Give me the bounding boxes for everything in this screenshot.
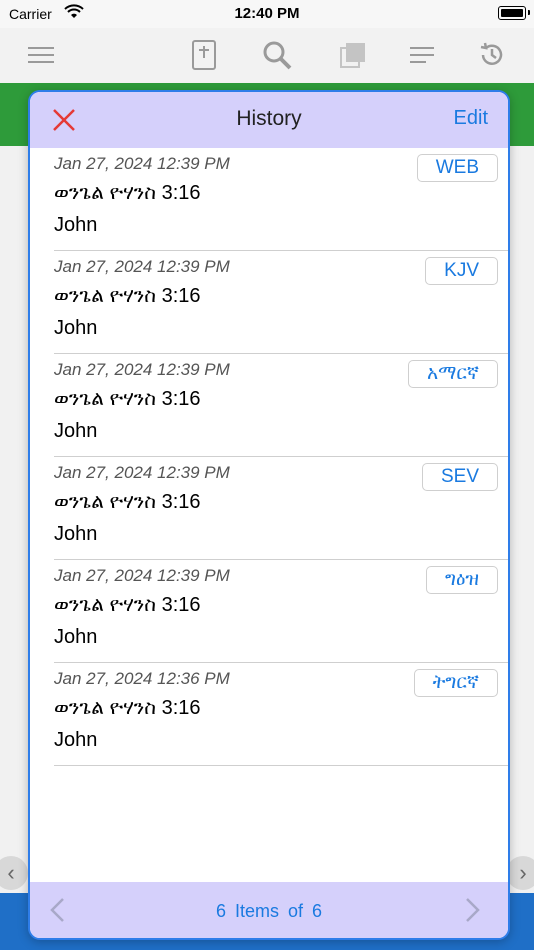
history-item[interactable]: Jan 27, 2024 12:36 PM ወንጌል ዮሃንስ 3:16 Joh… xyxy=(54,663,508,766)
bible-icon[interactable] xyxy=(188,39,220,71)
chevron-right-icon: › xyxy=(506,856,534,890)
next-page-button[interactable] xyxy=(460,896,484,924)
item-reference: ወንጌል ዮሃንስ 3:16 xyxy=(54,388,201,410)
status-bar: Carrier 12:40 PM xyxy=(0,0,534,28)
items-count: 6 Items of 6 xyxy=(215,901,323,921)
item-date: Jan 27, 2024 12:39 PM xyxy=(54,360,230,379)
copy-icon[interactable] xyxy=(337,39,369,71)
item-date: Jan 27, 2024 12:39 PM xyxy=(54,154,230,173)
item-reference: ወንጌል ዮሃንስ 3:16 xyxy=(54,182,201,204)
version-badge: ግዕዝ xyxy=(425,566,498,594)
item-date: Jan 27, 2024 12:39 PM xyxy=(54,463,230,482)
version-badge: አማርኛ xyxy=(407,360,498,388)
item-book: John xyxy=(54,523,98,545)
item-reference: ወንጌል ዮሃንስ 3:16 xyxy=(54,594,201,616)
menu-icon[interactable] xyxy=(25,39,57,71)
history-modal: History Edit Jan 27, 2024 12:39 PM ወንጌል … xyxy=(28,90,510,940)
battery-icon xyxy=(498,6,526,20)
status-time: 12:40 PM xyxy=(234,5,300,22)
item-book: John xyxy=(54,317,98,339)
history-item[interactable]: Jan 27, 2024 12:39 PM ወንጌል ዮሃንስ 3:16 Joh… xyxy=(54,354,508,457)
history-list: Jan 27, 2024 12:39 PM ወንጌል ዮሃንስ 3:16 Joh… xyxy=(30,148,508,766)
item-date: Jan 27, 2024 12:39 PM xyxy=(54,257,230,276)
version-badge: SEV xyxy=(421,463,498,491)
modal-footer: 6 Items of 6 xyxy=(30,882,508,938)
main-toolbar xyxy=(0,28,534,84)
history-item[interactable]: Jan 27, 2024 12:39 PM ወንጌል ዮሃንስ 3:16 Joh… xyxy=(54,148,508,251)
history-item[interactable]: Jan 27, 2024 12:39 PM ወንጌል ዮሃንስ 3:16 Joh… xyxy=(54,251,508,354)
item-book: John xyxy=(54,214,98,236)
version-badge: ትግርኛ xyxy=(413,669,498,697)
search-icon[interactable] xyxy=(261,39,293,71)
item-reference: ወንጌል ዮሃንስ 3:16 xyxy=(54,491,201,513)
version-badge: WEB xyxy=(416,154,498,182)
item-date: Jan 27, 2024 12:39 PM xyxy=(54,566,230,585)
item-book: John xyxy=(54,626,98,648)
item-reference: ወንጌል ዮሃንስ 3:16 xyxy=(54,697,201,719)
version-badge: KJV xyxy=(425,257,498,285)
modal-title: History xyxy=(236,107,302,130)
history-item[interactable]: Jan 27, 2024 12:39 PM ወንጌል ዮሃንስ 3:16 Joh… xyxy=(54,457,508,560)
list-icon[interactable] xyxy=(407,39,439,71)
history-icon[interactable] xyxy=(476,39,508,71)
item-book: John xyxy=(54,420,98,442)
item-reference: ወንጌል ዮሃንስ 3:16 xyxy=(54,285,201,307)
chevron-right-icon xyxy=(466,898,480,922)
item-date: Jan 27, 2024 12:36 PM xyxy=(54,669,230,688)
modal-header: History Edit xyxy=(30,92,508,148)
edit-button[interactable]: Edit xyxy=(454,107,488,130)
item-book: John xyxy=(54,729,98,751)
history-item[interactable]: Jan 27, 2024 12:39 PM ወንጌል ዮሃንስ 3:16 Joh… xyxy=(54,560,508,663)
